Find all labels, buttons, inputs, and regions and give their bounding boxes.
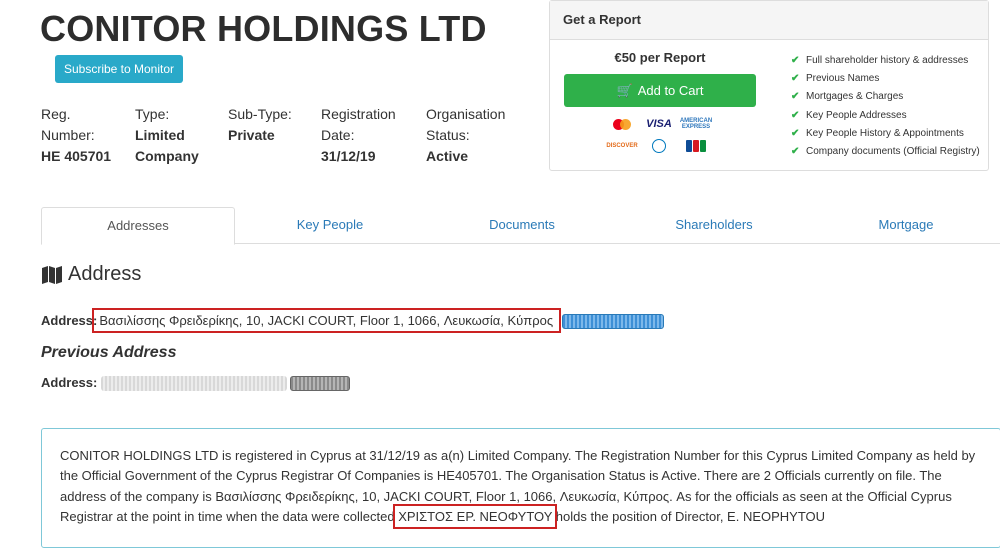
address-heading-text: Address — [68, 263, 142, 285]
tab-bar: Addresses Key People Documents Sharehold… — [41, 207, 1000, 245]
tab-documents[interactable]: Documents — [426, 207, 618, 243]
add-to-cart-label: Add to Cart — [637, 83, 704, 98]
check-icon: ✔ — [791, 73, 800, 85]
feature-item: ✔ Previous Names — [791, 70, 980, 88]
reg-number-field: Reg. Number: HE 405701 — [41, 104, 121, 167]
reg-number-value: HE 405701 — [41, 148, 112, 164]
tab-shareholders[interactable]: Shareholders — [618, 207, 810, 243]
type-value: Limited Company — [135, 127, 199, 164]
tab-addresses[interactable]: Addresses — [41, 207, 235, 245]
organisation-status-label: Organisation Status: — [426, 106, 506, 143]
get-report-heading: Get a Report — [550, 1, 988, 40]
get-report-panel: Get a Report €50 per Report 🛒 Add to Car… — [549, 0, 989, 171]
type-field: Type: Limited Company — [135, 104, 215, 167]
organisation-status-value: Active — [426, 148, 469, 164]
current-address-label: Address: — [41, 313, 98, 328]
company-summary-panel: CONITOR HOLDINGS LTD is registered in Cy… — [41, 428, 1000, 548]
current-address-row: Address: Βασιλίσσης Φρειδερίκης, 10, JACK… — [41, 308, 665, 333]
registration-date-value: 31/12/19 — [321, 148, 376, 164]
subtype-field: Sub-Type: Private — [228, 104, 308, 146]
subtype-value: Private — [228, 127, 275, 143]
subtype-label: Sub-Type: — [228, 106, 292, 122]
company-name: CONITOR HOLDINGS LTD — [40, 8, 487, 49]
current-address-value: Βασιλίσσης Φρειδερίκης, 10, JACKI COURT,… — [92, 308, 562, 333]
check-icon: ✔ — [791, 91, 800, 103]
type-label: Type: — [135, 106, 170, 122]
blurred-map-link[interactable] — [562, 314, 665, 330]
check-icon: ✔ — [791, 146, 800, 158]
previous-address-label: Address: — [41, 375, 98, 390]
jcb-icon — [679, 138, 713, 154]
previous-address-heading: Previous Address — [41, 344, 177, 361]
highlighted-official-name: ΧΡΙΣΤΟΣ ΕΡ. ΝΕΟΦΥΤΟΥ — [393, 504, 558, 530]
tab-mortgage[interactable]: Mortgage — [810, 207, 1000, 243]
registration-date-field: Registration Date: 31/12/19 — [321, 104, 416, 167]
check-icon: ✔ — [791, 109, 800, 121]
map-icon — [42, 265, 62, 284]
shopping-cart-icon: 🛒 — [616, 82, 633, 98]
subscribe-to-monitor-button[interactable]: Subscribe to Monitor — [55, 55, 183, 83]
blurred-unlock-button[interactable] — [290, 376, 351, 392]
feature-item: ✔ Key People Addresses — [791, 107, 980, 125]
check-icon: ✔ — [791, 127, 800, 139]
company-summary-text: CONITOR HOLDINGS LTD is registered in Cy… — [60, 448, 976, 530]
feature-item: ✔ Key People History & Appointments — [791, 125, 980, 143]
check-icon: ✔ — [791, 55, 800, 66]
feature-item: ✔ Full shareholder history & addresses — [791, 52, 980, 70]
registration-date-label: Registration Date: — [321, 106, 396, 143]
organisation-status-field: Organisation Status: Active — [426, 104, 536, 167]
report-features-list: ✔ Full shareholder history & addresses ✔ P… — [791, 52, 980, 161]
feature-item: ✔ Company documents (Official Registry) — [791, 143, 980, 161]
visa-icon: VISA — [646, 118, 672, 130]
amex-icon: AMERICAN EXPRESS — [679, 118, 713, 130]
discover-icon: DISCOVER — [606, 143, 638, 149]
reg-number-label: Reg. Number: — [41, 106, 95, 143]
previous-address-row: Address: — [41, 375, 351, 392]
diners-club-icon — [642, 138, 676, 154]
add-to-cart-button[interactable]: 🛒 Add to Cart — [564, 74, 756, 107]
feature-item: ✔ Mortgages & Charges — [791, 88, 980, 106]
address-heading: Address — [41, 263, 141, 286]
tab-key-people[interactable]: Key People — [234, 207, 426, 243]
report-price: €50 per Report — [614, 50, 706, 65]
blurred-previous-address — [101, 376, 288, 392]
mastercard-icon — [605, 116, 639, 132]
